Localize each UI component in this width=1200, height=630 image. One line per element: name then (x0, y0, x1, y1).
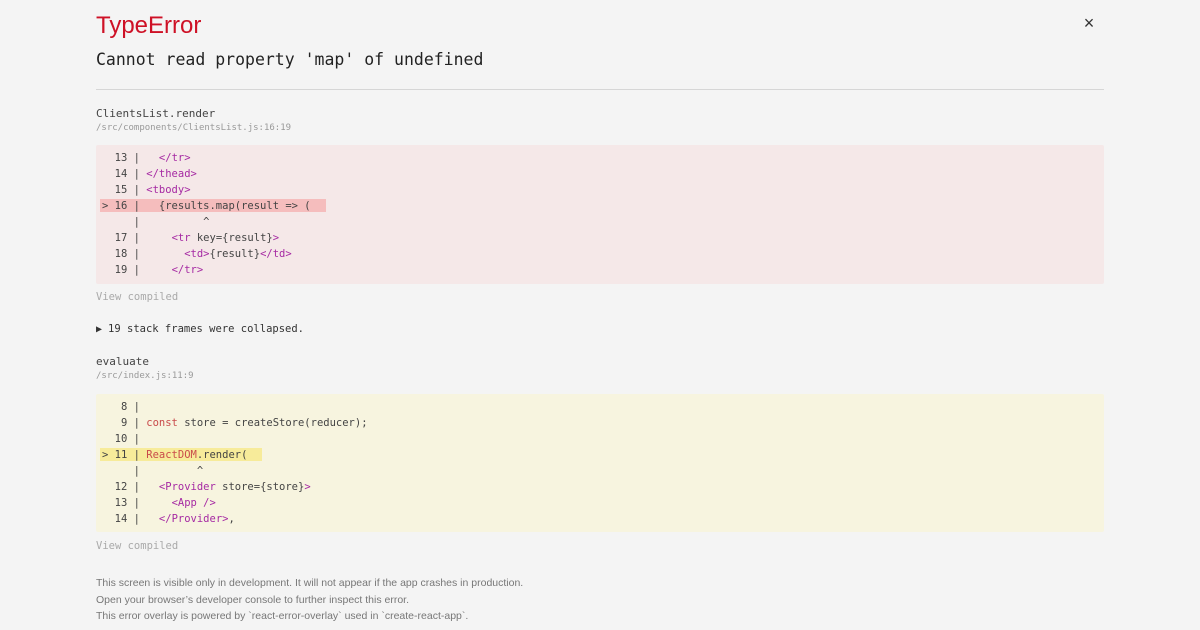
code-token: store={store} (215, 481, 305, 493)
code-line: 9 | const store = createStore(reducer); (96, 415, 1104, 431)
stack-frame-file-path: /src/index.js:11:9 (96, 371, 194, 381)
code-line: 14 | </Provider>, (96, 511, 1104, 527)
jsx-tag-token: </thead> (146, 168, 197, 180)
code-line-text: 12 | <Provider store={store}> (96, 481, 311, 493)
jsx-tag-token: </td> (260, 248, 292, 260)
code-line-text: 14 | </thead> (96, 168, 197, 180)
footer-notice: This screen is visible only in developme… (96, 575, 523, 625)
code-token: ^ (146, 465, 204, 477)
code-line-text: 14 | </Provider>, (96, 513, 235, 525)
error-type-title: TypeError (96, 12, 202, 39)
line-number-gutter: > 11 | (102, 449, 147, 461)
code-line: 10 | (96, 431, 1104, 447)
collapsed-frames-toggle[interactable]: ▶ 19 stack frames were collapsed. (96, 322, 304, 337)
code-line-text: | ^ (96, 465, 204, 477)
line-number-gutter: 10 | (102, 433, 147, 445)
code-line: | ^ (96, 214, 1104, 230)
keyword-token: const (146, 417, 178, 429)
code-token: {results.map(result => ( (146, 200, 311, 212)
jsx-tag-token: </tr> (158, 152, 191, 164)
footer-line: This error overlay is powered by `react-… (96, 610, 469, 622)
code-line-text: > 16 | {results.map(result => ( (96, 200, 311, 212)
line-number-gutter: 13 | (102, 152, 147, 164)
line-number-gutter: | (102, 216, 147, 228)
code-token: .render( (196, 449, 248, 461)
code-token: {result} (209, 248, 261, 260)
code-line: 18 | <td>{result}</td> (96, 246, 1104, 262)
error-message: Cannot read property 'map' of undefined (96, 50, 484, 69)
keyword-token: ReactDOM (146, 449, 197, 461)
line-number-gutter: 8 | (102, 401, 147, 413)
code-line-text: 13 | <App /> (96, 497, 216, 509)
code-line-text: 10 | (96, 433, 146, 445)
jsx-tag-token: > (272, 232, 280, 244)
jsx-tag-token: <tr (171, 232, 191, 244)
code-line: 12 | <Provider store={store}> (96, 479, 1104, 495)
line-number-gutter: 14 | (102, 168, 147, 180)
code-token: store = createStore(reducer); (177, 417, 368, 429)
view-compiled-link[interactable]: View compiled (96, 290, 178, 304)
jsx-tag-token: <td> (184, 248, 210, 260)
code-line: 13 | </tr> (96, 150, 1104, 166)
line-number-gutter: > 16 | (102, 200, 147, 212)
line-number-gutter: | (102, 465, 147, 477)
collapsed-frames-label: 19 stack frames were collapsed. (108, 323, 304, 335)
jsx-tag-token: </Provider> (158, 513, 229, 525)
code-line: 13 | <App /> (96, 495, 1104, 511)
code-token: key={result} (190, 232, 273, 244)
stack-frame-function-name: evaluate (96, 355, 149, 368)
footer-line: This screen is visible only in developme… (96, 577, 524, 589)
stack-frame-file-path: /src/components/ClientsList.js:16:19 (96, 123, 292, 133)
line-number-gutter: 19 | (102, 264, 147, 276)
divider (96, 89, 1104, 90)
code-line-text: 8 | (96, 401, 146, 413)
expand-triangle-icon: ▶ (96, 324, 103, 335)
code-line: 15 | <tbody> (96, 182, 1104, 198)
code-line-text: 17 | <tr key={result}> (96, 232, 279, 244)
line-number-gutter: 15 | (102, 184, 147, 196)
line-number-gutter: 9 | (102, 417, 147, 429)
line-number-gutter: 18 | (102, 248, 147, 260)
close-icon[interactable]: × (1080, 12, 1098, 34)
jsx-tag-token: <Provider (158, 481, 216, 493)
code-line: 19 | </tr> (96, 262, 1104, 278)
code-line-text: 15 | <tbody> (96, 184, 191, 196)
line-number-gutter: 17 | (102, 232, 147, 244)
code-token: , (228, 513, 235, 525)
jsx-tag-token: </tr> (171, 264, 204, 276)
view-compiled-link[interactable]: View compiled (96, 539, 178, 553)
jsx-tag-token: <App /> (171, 497, 216, 509)
jsx-tag-token: > (304, 481, 311, 493)
code-line-text: | ^ (96, 216, 210, 228)
code-line-text: > 11 | ReactDOM.render( (96, 449, 247, 461)
code-snippet: 8 | 9 | const store = createStore(reduce… (96, 394, 1104, 532)
line-number-gutter: 14 | (102, 513, 147, 525)
line-number-gutter: 12 | (102, 481, 147, 493)
line-number-gutter: 13 | (102, 497, 147, 509)
code-line: 17 | <tr key={result}> (96, 230, 1104, 246)
code-line-text: 13 | </tr> (96, 152, 191, 164)
code-line: 8 | (96, 399, 1104, 415)
code-line-highlighted: > 16 | {results.map(result => ( (96, 198, 1104, 214)
code-line-text: 19 | </tr> (96, 264, 204, 276)
code-line: 14 | </thead> (96, 166, 1104, 182)
code-line: | ^ (96, 463, 1104, 479)
code-line-text: 9 | const store = createStore(reducer); (96, 417, 368, 429)
code-line-text: 18 | <td>{result}</td> (96, 248, 292, 260)
code-line-highlighted: > 11 | ReactDOM.render( (96, 447, 1104, 463)
stack-frame-function-name: ClientsList.render (96, 107, 216, 120)
code-snippet: 13 | </tr> 14 | </thead> 15 | <tbody> > 1… (96, 145, 1104, 284)
code-token: ^ (146, 216, 210, 228)
jsx-tag-token: <tbody> (146, 184, 191, 196)
footer-line: Open your browser’s developer console to… (96, 593, 410, 606)
